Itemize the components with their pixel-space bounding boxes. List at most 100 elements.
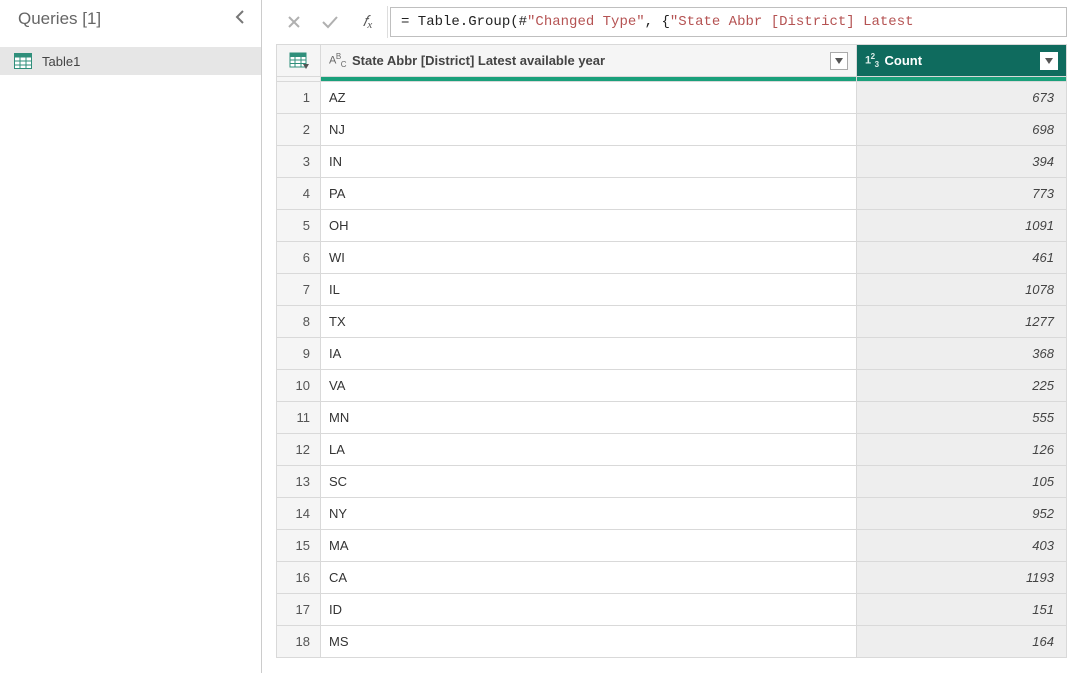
row-number[interactable]: 4 bbox=[277, 178, 321, 210]
cell-count[interactable]: 461 bbox=[857, 242, 1067, 274]
cell-state[interactable]: SC bbox=[321, 466, 857, 498]
cell-state[interactable]: MA bbox=[321, 530, 857, 562]
cell-state[interactable]: ID bbox=[321, 594, 857, 626]
row-number[interactable]: 5 bbox=[277, 210, 321, 242]
table-row[interactable]: 13SC105 bbox=[277, 466, 1067, 498]
table-row[interactable]: 7IL1078 bbox=[277, 274, 1067, 306]
cell-state[interactable]: LA bbox=[321, 434, 857, 466]
cell-count[interactable]: 151 bbox=[857, 594, 1067, 626]
table-row[interactable]: 4PA773 bbox=[277, 178, 1067, 210]
formula-text-2: "Changed Type" bbox=[527, 14, 645, 30]
table-row[interactable]: 15MA403 bbox=[277, 530, 1067, 562]
row-number[interactable]: 13 bbox=[277, 466, 321, 498]
cell-count[interactable]: 225 bbox=[857, 370, 1067, 402]
row-number[interactable]: 18 bbox=[277, 626, 321, 658]
table-icon bbox=[14, 53, 32, 69]
cell-state[interactable]: VA bbox=[321, 370, 857, 402]
queries-sidebar: Queries [1] Table1 bbox=[0, 0, 262, 673]
cell-state[interactable]: IL bbox=[321, 274, 857, 306]
row-number[interactable]: 14 bbox=[277, 498, 321, 530]
row-number[interactable]: 7 bbox=[277, 274, 321, 306]
row-number[interactable]: 16 bbox=[277, 562, 321, 594]
query-item-label: Table1 bbox=[42, 54, 80, 69]
table-row[interactable]: 10VA225 bbox=[277, 370, 1067, 402]
cell-state[interactable]: IA bbox=[321, 338, 857, 370]
column-header-state-label: State Abbr [District] Latest available y… bbox=[352, 53, 605, 68]
text-type-icon: ABC bbox=[329, 52, 346, 69]
table-row[interactable]: 18MS164 bbox=[277, 626, 1067, 658]
queries-title: Queries [1] bbox=[18, 9, 101, 29]
cell-state[interactable]: MS bbox=[321, 626, 857, 658]
row-number[interactable]: 6 bbox=[277, 242, 321, 274]
table-corner-button[interactable] bbox=[277, 45, 321, 77]
cell-state[interactable]: NJ bbox=[321, 114, 857, 146]
cell-count[interactable]: 403 bbox=[857, 530, 1067, 562]
row-number[interactable]: 9 bbox=[277, 338, 321, 370]
column-header-count[interactable]: 123 Count bbox=[857, 45, 1067, 77]
cell-count[interactable]: 1091 bbox=[857, 210, 1067, 242]
cell-state[interactable]: OH bbox=[321, 210, 857, 242]
cell-count[interactable]: 1078 bbox=[857, 274, 1067, 306]
queries-header: Queries [1] bbox=[0, 0, 261, 41]
cell-state[interactable]: PA bbox=[321, 178, 857, 210]
formula-input[interactable]: = Table.Group(#"Changed Type", {"State A… bbox=[390, 7, 1067, 37]
cell-count[interactable]: 164 bbox=[857, 626, 1067, 658]
row-number[interactable]: 2 bbox=[277, 114, 321, 146]
cell-state[interactable]: IN bbox=[321, 146, 857, 178]
query-list: Table1 bbox=[0, 41, 261, 81]
table-row[interactable]: 9IA368 bbox=[277, 338, 1067, 370]
row-number[interactable]: 15 bbox=[277, 530, 321, 562]
cell-count[interactable]: 1193 bbox=[857, 562, 1067, 594]
cell-count[interactable]: 126 bbox=[857, 434, 1067, 466]
formula-bar: 𝑓x = Table.Group(#"Changed Type", {"Stat… bbox=[276, 0, 1067, 44]
cell-count[interactable]: 368 bbox=[857, 338, 1067, 370]
cell-count[interactable]: 673 bbox=[857, 82, 1067, 114]
table-row[interactable]: 8TX1277 bbox=[277, 306, 1067, 338]
column-filter-count-icon[interactable] bbox=[1040, 52, 1058, 70]
cell-count[interactable]: 698 bbox=[857, 114, 1067, 146]
table-row[interactable]: 6WI461 bbox=[277, 242, 1067, 274]
column-header-count-label: Count bbox=[885, 53, 923, 68]
query-item-table1[interactable]: Table1 bbox=[0, 47, 261, 75]
row-number[interactable]: 1 bbox=[277, 82, 321, 114]
table-row[interactable]: 3IN394 bbox=[277, 146, 1067, 178]
table-row[interactable]: 12LA126 bbox=[277, 434, 1067, 466]
table-row[interactable]: 2NJ698 bbox=[277, 114, 1067, 146]
accept-formula-icon[interactable] bbox=[312, 6, 348, 38]
cell-state[interactable]: AZ bbox=[321, 82, 857, 114]
row-number[interactable]: 12 bbox=[277, 434, 321, 466]
row-number[interactable]: 3 bbox=[277, 146, 321, 178]
cancel-formula-icon[interactable] bbox=[276, 6, 312, 38]
cell-count[interactable]: 952 bbox=[857, 498, 1067, 530]
main-area: 𝑓x = Table.Group(#"Changed Type", {"Stat… bbox=[262, 0, 1067, 673]
cell-count[interactable]: 105 bbox=[857, 466, 1067, 498]
table-row[interactable]: 11MN555 bbox=[277, 402, 1067, 434]
row-number[interactable]: 10 bbox=[277, 370, 321, 402]
cell-state[interactable]: NY bbox=[321, 498, 857, 530]
number-type-icon: 123 bbox=[865, 52, 879, 69]
row-number[interactable]: 8 bbox=[277, 306, 321, 338]
formula-text-3: , { bbox=[645, 14, 670, 30]
cell-count[interactable]: 394 bbox=[857, 146, 1067, 178]
column-filter-state-icon[interactable] bbox=[830, 52, 848, 70]
cell-count[interactable]: 773 bbox=[857, 178, 1067, 210]
fx-icon[interactable]: 𝑓x bbox=[348, 6, 388, 38]
row-number[interactable]: 17 bbox=[277, 594, 321, 626]
table-row[interactable]: 16CA1193 bbox=[277, 562, 1067, 594]
cell-state[interactable]: MN bbox=[321, 402, 857, 434]
table-row[interactable]: 5OH1091 bbox=[277, 210, 1067, 242]
cell-state[interactable]: CA bbox=[321, 562, 857, 594]
cell-state[interactable]: WI bbox=[321, 242, 857, 274]
table-row[interactable]: 14NY952 bbox=[277, 498, 1067, 530]
formula-text-4: "State Abbr [District] Latest bbox=[670, 14, 914, 30]
cell-count[interactable]: 555 bbox=[857, 402, 1067, 434]
collapse-sidebar-icon[interactable] bbox=[231, 6, 249, 31]
row-number[interactable]: 11 bbox=[277, 402, 321, 434]
cell-state[interactable]: TX bbox=[321, 306, 857, 338]
data-grid: ABC State Abbr [District] Latest availab… bbox=[276, 44, 1067, 673]
column-header-state[interactable]: ABC State Abbr [District] Latest availab… bbox=[321, 45, 857, 77]
cell-count[interactable]: 1277 bbox=[857, 306, 1067, 338]
table-row[interactable]: 1AZ673 bbox=[277, 82, 1067, 114]
formula-text-1: = Table.Group(# bbox=[401, 14, 527, 30]
table-row[interactable]: 17ID151 bbox=[277, 594, 1067, 626]
